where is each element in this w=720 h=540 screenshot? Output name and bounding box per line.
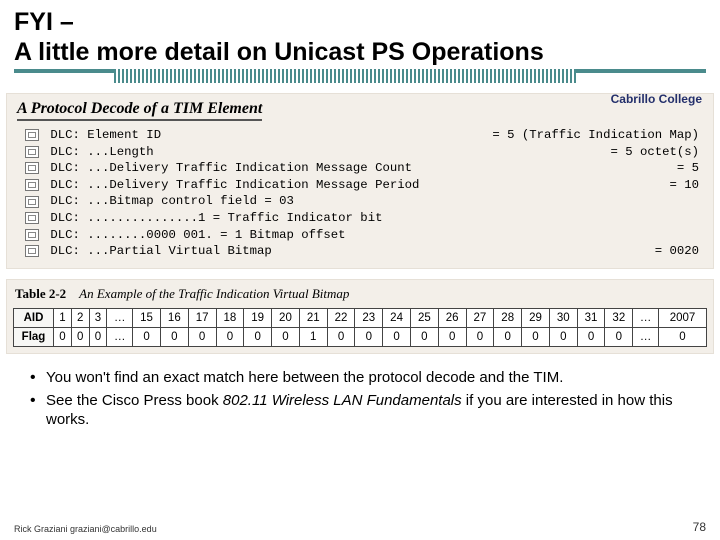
decode-line: DLC: Element ID= 5 (Traffic Indication M… (13, 127, 707, 144)
aid-cell: 26 (438, 308, 466, 327)
footer-author: Rick Graziani graziani@cabrillo.edu (14, 524, 157, 534)
bullet-2: See the Cisco Press book 802.11 Wireless… (30, 391, 702, 429)
flag-cell: 0 (383, 327, 411, 346)
aid-cell: 27 (466, 308, 494, 327)
tree-node-icon (25, 229, 39, 241)
decode-line: DLC: ...Delivery Traffic Indication Mess… (13, 160, 707, 177)
aid-cell: 21 (299, 308, 327, 327)
title-underline (14, 69, 706, 87)
aid-cell: 28 (494, 308, 522, 327)
flag-cell: 0 (188, 327, 216, 346)
decode-line: DLC: ...............1 = Traffic Indicato… (13, 210, 707, 227)
aid-cell: 31 (577, 308, 605, 327)
decode-heading: A Protocol Decode of a TIM Element (17, 100, 262, 121)
aid-cell: 16 (160, 308, 188, 327)
aid-cell: 29 (522, 308, 550, 327)
aid-cell: 30 (549, 308, 577, 327)
aid-cell: 1 (54, 308, 72, 327)
aid-cell: 18 (216, 308, 244, 327)
aid-cell: 2 (71, 308, 89, 327)
aid-cell: … (633, 308, 659, 327)
page-number: 78 (693, 520, 706, 534)
bitmap-table: AID123…151617181920212223242526272829303… (13, 308, 707, 347)
decode-line: DLC: ...Length= 5 octet(s) (13, 144, 707, 161)
decode-line: DLC: ...Partial Virtual Bitmap= 0020 (13, 243, 707, 260)
flag-cell: 1 (299, 327, 327, 346)
flag-cell: 0 (54, 327, 72, 346)
title-line-1: FYI – (14, 8, 74, 36)
flag-cell: 0 (160, 327, 188, 346)
aid-cell: 32 (605, 308, 633, 327)
flag-cell: 0 (89, 327, 107, 346)
aid-cell: … (107, 308, 133, 327)
aid-cell: 24 (383, 308, 411, 327)
tree-node-icon (25, 196, 39, 208)
aid-cell: 2007 (658, 308, 706, 327)
table-label: Table 2-2 (15, 286, 66, 301)
flag-cell: 0 (244, 327, 272, 346)
flag-cell: 0 (133, 327, 161, 346)
flag-cell: 0 (466, 327, 494, 346)
tree-node-icon (25, 146, 39, 158)
aid-header: AID (14, 308, 54, 327)
title-line-2: A little more detail on Unicast PS Opera… (14, 38, 544, 66)
bitmap-table-block: Table 2-2 An Example of the Traffic Indi… (6, 279, 714, 354)
decode-line: DLC: ...Bitmap control field = 03 (13, 193, 707, 210)
flag-cell: 0 (605, 327, 633, 346)
flag-cell: 0 (577, 327, 605, 346)
flag-cell: … (107, 327, 133, 346)
aid-cell: 15 (133, 308, 161, 327)
aid-cell: 3 (89, 308, 107, 327)
slide-title: FYI – A little more detail on Unicast PS… (0, 0, 720, 67)
table-caption: Table 2-2 An Example of the Traffic Indi… (13, 284, 707, 308)
flag-cell: 0 (658, 327, 706, 346)
flag-cell: 0 (327, 327, 355, 346)
decode-line: DLC: ...Delivery Traffic Indication Mess… (13, 177, 707, 194)
aid-cell: 22 (327, 308, 355, 327)
flag-cell: 0 (410, 327, 438, 346)
table-title: An Example of the Traffic Indication Vir… (79, 286, 349, 301)
aid-cell: 19 (244, 308, 272, 327)
tree-node-icon (25, 245, 39, 257)
tree-node-icon (25, 179, 39, 191)
flag-cell: … (633, 327, 659, 346)
decode-line: DLC: ........0000 001. = 1 Bitmap offset (13, 227, 707, 244)
flag-header: Flag (14, 327, 54, 346)
flag-cell: 0 (216, 327, 244, 346)
aid-cell: 17 (188, 308, 216, 327)
protocol-decode-block: A Protocol Decode of a TIM Element DLC: … (6, 93, 714, 269)
bullet-1: You won't find an exact match here betwe… (30, 368, 702, 387)
flag-cell: 0 (272, 327, 300, 346)
tree-node-icon (25, 212, 39, 224)
flag-cell: 0 (438, 327, 466, 346)
flag-cell: 0 (549, 327, 577, 346)
tree-node-icon (25, 162, 39, 174)
notes-list: You won't find an exact match here betwe… (0, 354, 720, 430)
flag-cell: 0 (355, 327, 383, 346)
flag-cell: 0 (522, 327, 550, 346)
flag-cell: 0 (494, 327, 522, 346)
flag-cell: 0 (71, 327, 89, 346)
aid-cell: 23 (355, 308, 383, 327)
aid-cell: 20 (272, 308, 300, 327)
brand-label: Cabrillo College (611, 92, 702, 106)
tree-node-icon (25, 129, 39, 141)
aid-cell: 25 (410, 308, 438, 327)
